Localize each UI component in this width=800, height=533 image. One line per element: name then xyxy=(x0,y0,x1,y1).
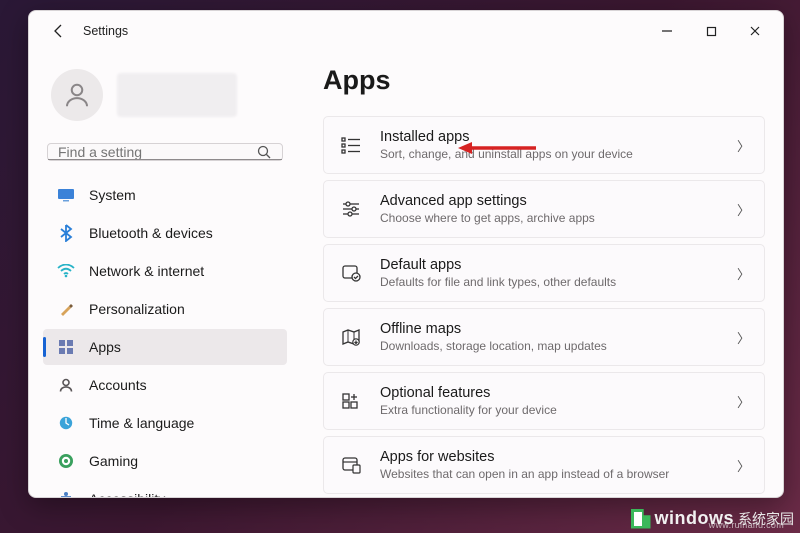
card-subtitle: Sort, change, and uninstall apps on your… xyxy=(380,147,633,161)
page-title: Apps xyxy=(323,65,765,96)
accessibility-icon xyxy=(57,490,75,497)
sidebar: System Bluetooth & devices Network & int… xyxy=(29,51,297,497)
chevron-right-icon: 〉 xyxy=(737,200,750,219)
accounts-icon xyxy=(57,376,75,394)
close-icon xyxy=(749,25,761,37)
nav-item-gaming[interactable]: Gaming xyxy=(43,443,287,479)
window-title: Settings xyxy=(83,24,128,38)
nav-item-personalization[interactable]: Personalization xyxy=(43,291,287,327)
main-content: Apps Installed apps Sort, change, and un… xyxy=(297,51,783,497)
nav-label: Bluetooth & devices xyxy=(89,225,213,241)
card-title: Installed apps xyxy=(380,129,633,145)
profile-area[interactable] xyxy=(43,59,287,137)
chevron-right-icon: 〉 xyxy=(737,456,750,475)
card-title: Default apps xyxy=(380,257,616,273)
maximize-button[interactable] xyxy=(689,15,733,47)
back-button[interactable] xyxy=(43,23,75,39)
nav-item-accounts[interactable]: Accounts xyxy=(43,367,287,403)
chevron-right-icon: 〉 xyxy=(737,392,750,411)
card-subtitle: Downloads, storage location, map updates xyxy=(380,339,607,353)
nav-label: Personalization xyxy=(89,301,185,317)
search-icon xyxy=(256,144,272,160)
watermark-url: www.ruihaifu.com xyxy=(709,520,784,530)
card-subtitle: Choose where to get apps, archive apps xyxy=(380,211,595,225)
default-apps-icon xyxy=(338,264,364,282)
card-title: Optional features xyxy=(380,385,557,401)
card-subtitle: Websites that can open in an app instead… xyxy=(380,467,669,481)
bluetooth-icon xyxy=(57,224,75,242)
nav-item-network[interactable]: Network & internet xyxy=(43,253,287,289)
profile-name-redacted xyxy=(117,73,237,117)
card-installed-apps[interactable]: Installed apps Sort, change, and uninsta… xyxy=(323,116,765,174)
maximize-icon xyxy=(706,26,717,37)
nav-label: Accounts xyxy=(89,377,147,393)
arrow-left-icon xyxy=(51,23,67,39)
plus-grid-icon xyxy=(338,392,364,410)
nav-label: Accessibility xyxy=(89,491,165,497)
avatar xyxy=(51,69,103,121)
card-subtitle: Extra functionality for your device xyxy=(380,403,557,417)
card-title: Apps for websites xyxy=(380,449,669,465)
card-title: Advanced app settings xyxy=(380,193,595,209)
gaming-icon xyxy=(57,452,75,470)
chevron-right-icon: 〉 xyxy=(737,328,750,347)
nav-list: System Bluetooth & devices Network & int… xyxy=(43,177,287,497)
globe-clock-icon xyxy=(57,414,75,432)
card-apps-for-websites[interactable]: Apps for websites Websites that can open… xyxy=(323,436,765,494)
sliders-icon xyxy=(338,200,364,218)
nav-label: Gaming xyxy=(89,453,138,469)
chevron-right-icon: 〉 xyxy=(737,264,750,283)
nav-label: System xyxy=(89,187,136,203)
apps-icon xyxy=(57,338,75,356)
nav-item-system[interactable]: System xyxy=(43,177,287,213)
card-title: Offline maps xyxy=(380,321,607,337)
nav-label: Time & language xyxy=(89,415,194,431)
close-button[interactable] xyxy=(733,15,777,47)
nav-item-time-language[interactable]: Time & language xyxy=(43,405,287,441)
minimize-icon xyxy=(661,25,673,37)
chevron-right-icon: 〉 xyxy=(737,136,750,155)
nav-item-bluetooth[interactable]: Bluetooth & devices xyxy=(43,215,287,251)
system-icon xyxy=(57,186,75,204)
card-optional-features[interactable]: Optional features Extra functionality fo… xyxy=(323,372,765,430)
nav-label: Apps xyxy=(89,339,121,355)
watermark-logo-icon xyxy=(631,509,651,529)
person-icon xyxy=(62,80,92,110)
nav-label: Network & internet xyxy=(89,263,204,279)
wifi-icon xyxy=(57,262,75,280)
titlebar: Settings xyxy=(29,11,783,51)
settings-window: Settings xyxy=(28,10,784,498)
nav-item-apps[interactable]: Apps xyxy=(43,329,287,365)
minimize-button[interactable] xyxy=(645,15,689,47)
card-subtitle: Defaults for file and link types, other … xyxy=(380,275,616,289)
search-box[interactable] xyxy=(47,143,283,161)
card-list: Installed apps Sort, change, and uninsta… xyxy=(323,116,765,497)
paintbrush-icon xyxy=(57,300,75,318)
card-advanced-app-settings[interactable]: Advanced app settings Choose where to ge… xyxy=(323,180,765,238)
list-icon xyxy=(338,136,364,154)
map-icon xyxy=(338,328,364,346)
apps-websites-icon xyxy=(338,456,364,474)
watermark: windows 系统家园 www.ruihaifu.com xyxy=(631,508,795,529)
card-offline-maps[interactable]: Offline maps Downloads, storage location… xyxy=(323,308,765,366)
nav-item-accessibility[interactable]: Accessibility xyxy=(43,481,287,497)
search-input[interactable] xyxy=(58,144,256,160)
card-default-apps[interactable]: Default apps Defaults for file and link … xyxy=(323,244,765,302)
